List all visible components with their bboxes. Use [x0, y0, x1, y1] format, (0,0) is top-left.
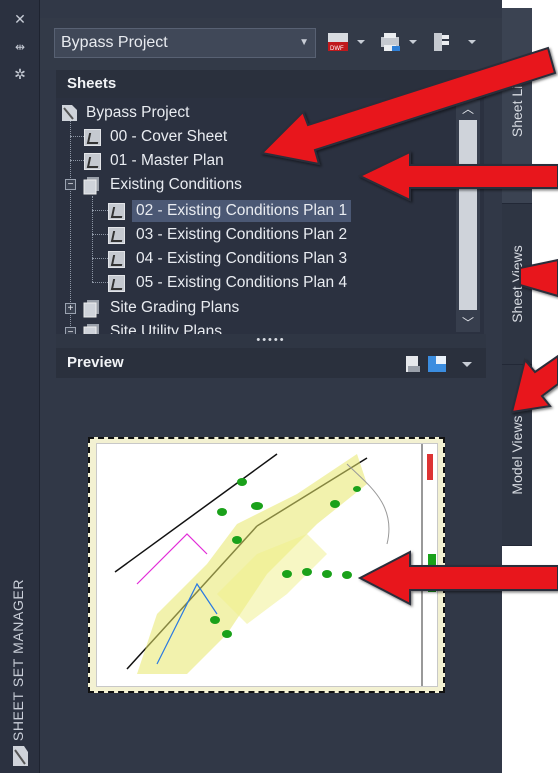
- annotation-arrow: [259, 46, 557, 166]
- annotation-arrow: [357, 550, 558, 606]
- annotation-arrow: [510, 354, 558, 414]
- annotation-arrow: [519, 258, 558, 298]
- annotation-layer: [259, 46, 558, 606]
- annotation-arrow: [357, 150, 558, 202]
- sheet-set-manager-screenshot: ✕ ⇹ ✲ SHEET SET MANAGER Bypass Project ▼…: [0, 0, 558, 773]
